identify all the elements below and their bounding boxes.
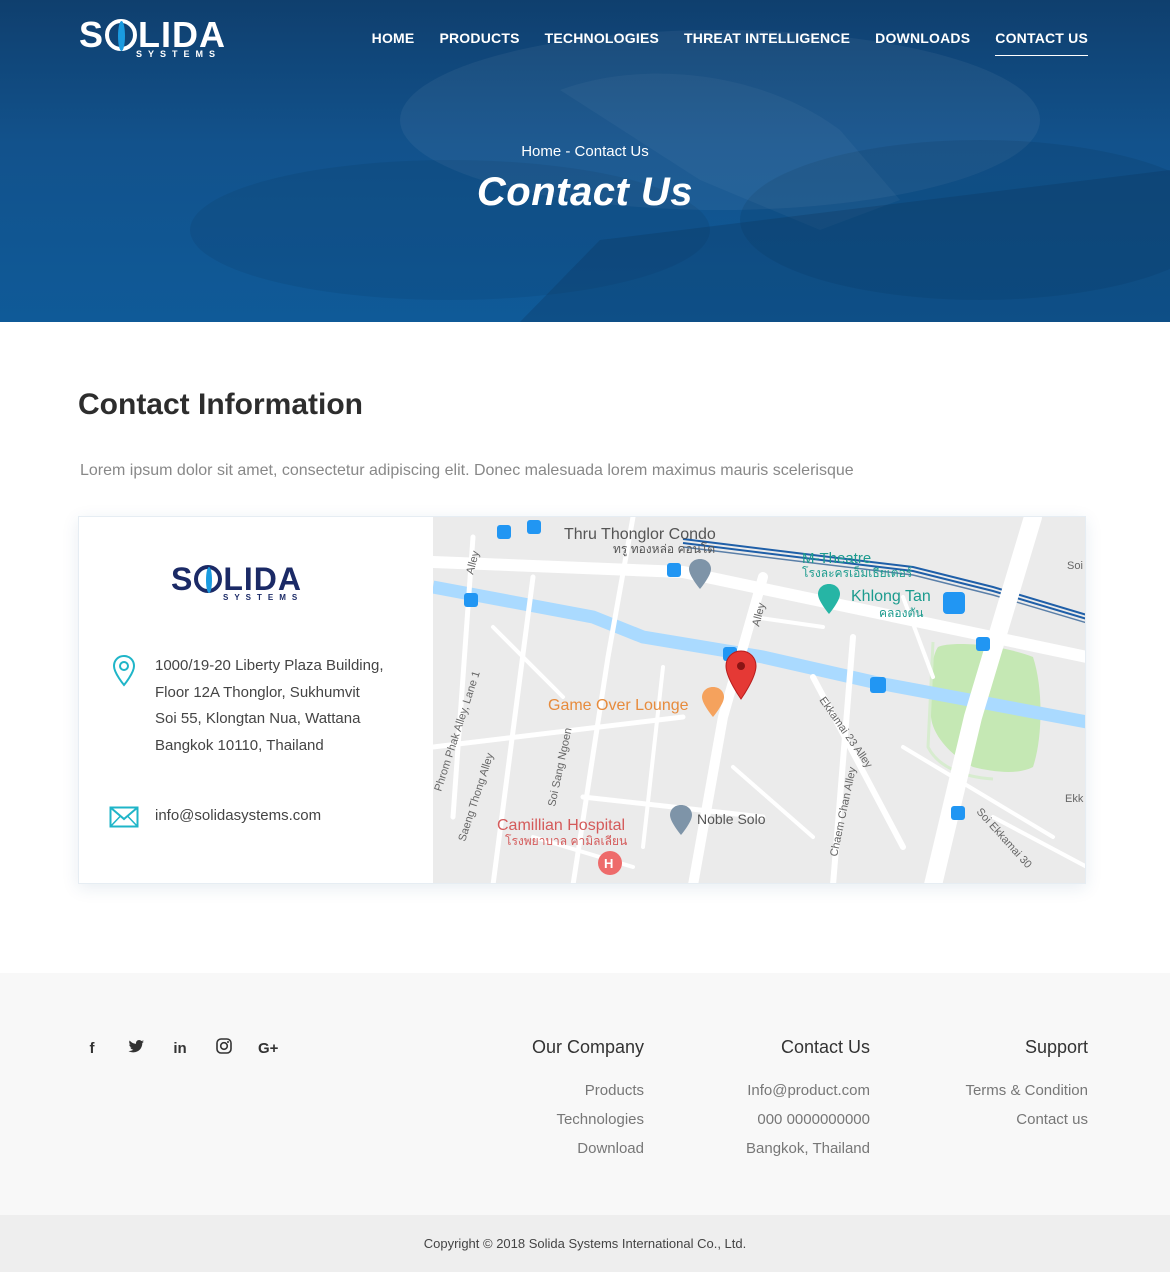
map-canvas[interactable]: H Thru Thonglor Condo ทรู ทองหล่อ คอนโด … (433, 517, 1086, 884)
hero-banner: S LIDA SYSTEMS HOME PRODUCTS TECHNOLOGIES… (0, 0, 1170, 322)
mail-icon (109, 806, 139, 828)
logo-text-2: LIDA (138, 14, 227, 55)
map-label: Thru Thonglor Condo (564, 526, 716, 543)
logo-tagline: SYSTEMS (136, 49, 222, 59)
nav-item-home[interactable]: HOME (372, 30, 415, 56)
section-description: Lorem ipsum dolor sit amet, consectetur … (80, 462, 854, 479)
map-label: โรงละครเอ็มเธียเตอร์ (802, 565, 913, 580)
map-label: Game Over Lounge (548, 697, 689, 714)
logo-mark-icon (105, 19, 138, 51)
footer-heading: Support (1024, 1037, 1088, 1057)
footer-link-technologies[interactable]: Technologies (532, 1105, 644, 1134)
linkedin-icon[interactable]: in (170, 1040, 190, 1057)
card-logo-tagline: SYSTEMS (223, 593, 304, 602)
svg-text:H: H (604, 856, 613, 871)
footer-heading: Our Company (531, 1037, 644, 1057)
instagram-icon[interactable] (214, 1038, 234, 1058)
map-label: Noble Solo (697, 811, 766, 827)
footer-heading: Contact Us (780, 1037, 870, 1057)
footer-link-email[interactable]: Info@product.com (746, 1076, 870, 1105)
twitter-icon[interactable] (126, 1039, 146, 1057)
footer-column-company: Our Company Products Technologies Downlo… (532, 1037, 644, 1163)
footer-link-contact[interactable]: Contact us (965, 1105, 1088, 1134)
card-logo: S LIDA SYSTEMS (171, 561, 303, 602)
address-line: Bangkok 10110, Thailand (155, 736, 324, 754)
copyright-bar: Copyright © 2018 Solida Systems Internat… (0, 1215, 1170, 1272)
location-pin-icon (112, 654, 136, 687)
breadcrumb: Home - Contact Us (521, 143, 649, 160)
nav-item-products[interactable]: PRODUCTS (439, 30, 519, 56)
map-label: ทรู ทองหล่อ คอนโด (613, 542, 715, 557)
card-logo-text-1: S (171, 561, 194, 597)
nav-item-technologies[interactable]: TECHNOLOGIES (545, 30, 659, 56)
address-line: 1000/19-20 Liberty Plaza Building, (155, 657, 384, 674)
footer-link-products[interactable]: Products (532, 1076, 644, 1105)
page-title: Contact Us (476, 170, 694, 214)
footer-column-support: Support Terms & Condition Contact us (965, 1037, 1088, 1134)
site-logo[interactable]: S LIDA SYSTEMS (79, 14, 227, 60)
address-block: 1000/19-20 Liberty Plaza Building, Floor… (155, 653, 415, 759)
contact-email-link[interactable]: info@solidasystems.com (155, 807, 321, 824)
footer-link-download[interactable]: Download (532, 1134, 644, 1163)
site-footer: f in G+ Our Company Products Technologie… (0, 973, 1170, 1215)
map-label: คลองตัน (879, 606, 923, 620)
social-links: f in G+ (82, 1038, 278, 1058)
footer-link-terms[interactable]: Terms & Condition (965, 1076, 1088, 1105)
google-plus-icon[interactable]: G+ (258, 1040, 278, 1057)
address-line: Floor 12A Thonglor, Sukhumvit (155, 683, 360, 701)
map-label: โรงพยาบาล คามิลเลียน (505, 834, 627, 848)
nav-item-threat-intelligence[interactable]: THREAT INTELLIGENCE (684, 30, 850, 56)
map-label: Camillian Hospital (497, 817, 625, 834)
map-label: Khlong Tan (851, 588, 931, 605)
map-label: Ekk (1065, 793, 1084, 805)
footer-link-location[interactable]: Bangkok, Thailand (746, 1134, 870, 1163)
footer-link-phone[interactable]: 000 0000000000 (746, 1105, 870, 1134)
nav-item-downloads[interactable]: DOWNLOADS (875, 30, 970, 56)
location-map[interactable]: H Thru Thonglor Condo ทรู ทองหล่อ คอนโด … (433, 517, 1086, 884)
facebook-icon[interactable]: f (82, 1040, 102, 1057)
map-label: Soi (1067, 560, 1083, 572)
nav-item-contact-us[interactable]: CONTACT US (995, 30, 1088, 56)
map-label: M-Theatre (802, 550, 871, 567)
contact-card: S LIDA SYSTEMS 1000/19-20 Liberty Plaza B… (78, 516, 1086, 884)
section-title: Contact Information (78, 388, 363, 421)
footer-column-contact: Contact Us Info@product.com 000 00000000… (746, 1037, 870, 1163)
address-line: Soi 55, Klongtan Nua, Wattana (155, 710, 361, 727)
card-logo-mark-icon (194, 565, 223, 593)
logo-text-1: S (79, 14, 105, 55)
main-nav: HOME PRODUCTS TECHNOLOGIES THREAT INTELL… (372, 30, 1088, 56)
card-logo-text-2: LIDA (223, 561, 302, 597)
